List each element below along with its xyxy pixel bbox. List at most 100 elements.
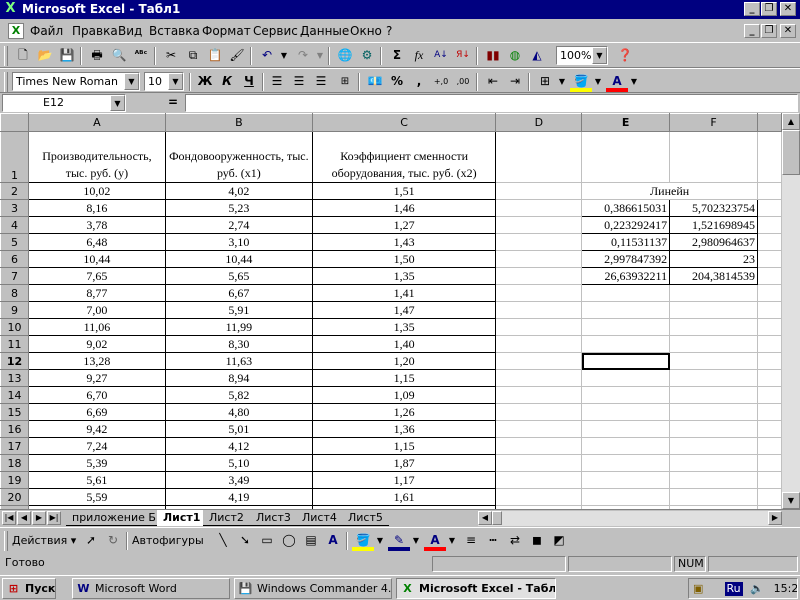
cell-d[interactable] [495, 182, 583, 200]
cell-b[interactable]: 8,94 [164, 369, 313, 387]
new-icon[interactable]: 🗋 [12, 46, 34, 66]
zoom-select[interactable]: 100% ▼ [556, 46, 608, 65]
row-header[interactable]: 4 [0, 216, 29, 234]
cell-e[interactable]: 26,63932211 [581, 267, 671, 285]
row-header[interactable]: 20 [0, 488, 29, 506]
paste-icon[interactable]: 📋 [204, 46, 226, 66]
arrow-style-icon[interactable]: ⇄ [504, 531, 526, 551]
cell-b[interactable]: 3,10 [164, 233, 313, 251]
cell-f[interactable] [669, 369, 759, 387]
cell-d[interactable] [495, 454, 583, 472]
doc-minimize-button[interactable]: _ [744, 24, 760, 38]
cell-c[interactable]: 1,47 [311, 301, 497, 319]
sort-descending-icon[interactable]: Я↓ [452, 46, 474, 66]
cell-g[interactable] [757, 301, 782, 319]
cell-e[interactable] [581, 403, 671, 421]
line-color-dropdown-icon[interactable]: ▼ [410, 531, 422, 551]
cell-c[interactable]: 1,15 [311, 437, 497, 455]
bold-button[interactable]: Ж [194, 72, 216, 92]
cell-g[interactable] [757, 403, 782, 421]
cell-b[interactable]: 6,67 [164, 284, 313, 302]
map-icon[interactable]: ◍ [504, 46, 526, 66]
cell[interactable] [669, 131, 759, 183]
redo-icon[interactable]: ↷ [292, 46, 314, 66]
column-header[interactable] [757, 113, 782, 132]
cell-d[interactable] [495, 437, 583, 455]
cell-e[interactable] [581, 488, 671, 506]
cell-c[interactable]: 1,51 [311, 182, 497, 200]
undo-icon[interactable]: ↶ [256, 46, 278, 66]
align-right-icon[interactable]: ☰ [310, 72, 332, 92]
cell-e[interactable]: 2,997847392 [581, 250, 671, 268]
cell-f[interactable] [669, 335, 759, 353]
cell-b[interactable]: 5,23 [164, 199, 313, 217]
column-header[interactable]: D [495, 113, 583, 132]
arrow-icon[interactable]: ➘ [234, 531, 256, 551]
cell-f[interactable]: 5,702323754 [669, 199, 759, 217]
cell-d[interactable] [495, 216, 583, 234]
cell-b[interactable]: 5,82 [164, 386, 313, 404]
worksheet-grid[interactable]: A B C D E F 1 Производительность, тыс. р… [0, 113, 782, 509]
cell-b[interactable]: 2,74 [164, 216, 313, 234]
cell-g[interactable] [757, 386, 782, 404]
cell-f[interactable] [669, 301, 759, 319]
menu-tools[interactable]: Сервис [253, 24, 298, 38]
task-word[interactable]: W Microsoft Word [72, 578, 230, 599]
column-header[interactable]: F [669, 113, 759, 132]
cell-e[interactable] [581, 437, 671, 455]
cell-a[interactable]: 5,39 [27, 454, 166, 472]
restore-button[interactable]: ❐ [761, 2, 777, 16]
cell-e[interactable] [581, 454, 671, 472]
cell-b[interactable]: 5,91 [164, 301, 313, 319]
cell-d[interactable] [495, 403, 583, 421]
cell-c[interactable]: 1,41 [311, 284, 497, 302]
free-rotate-icon[interactable]: ↻ [102, 531, 124, 551]
row-header[interactable]: 17 [0, 437, 29, 455]
cell-c[interactable]: 1,15 [311, 369, 497, 387]
actions-menu[interactable]: Действия ▾ [12, 531, 78, 551]
line-color-icon[interactable]: ✎ [388, 531, 410, 551]
copy-icon[interactable]: ⧉ [182, 46, 204, 66]
cell-d[interactable] [495, 301, 583, 319]
cell-c[interactable]: 1,35 [311, 267, 497, 285]
header-cell-productivity[interactable]: Производительность, тыс. руб. (y) [27, 131, 166, 183]
menu-file[interactable]: Файл [30, 24, 63, 38]
chart-wizard-icon[interactable]: ▮▮ [482, 46, 504, 66]
doc-close-button[interactable]: ✕ [780, 24, 796, 38]
row-header[interactable]: 10 [0, 318, 29, 336]
header-cell-capital-ratio[interactable]: Фондовооруженность, тыс. руб. (x1) [164, 131, 313, 183]
cell-e[interactable]: 0,11531137 [581, 233, 671, 251]
cell-b[interactable]: 4,19 [164, 488, 313, 506]
chevron-down-icon[interactable]: ▼ [592, 47, 607, 64]
row-header[interactable]: 9 [0, 301, 29, 319]
hscroll-thumb[interactable] [492, 511, 502, 525]
column-header[interactable]: E [581, 113, 671, 132]
cell-g[interactable] [757, 233, 782, 251]
cell-g[interactable] [757, 284, 782, 302]
function-icon[interactable]: fx [408, 46, 430, 66]
cell-c[interactable]: 1,35 [311, 318, 497, 336]
close-button[interactable]: ✕ [780, 2, 796, 16]
doc-restore-button[interactable]: ❐ [761, 24, 777, 38]
cell-c[interactable]: 1,46 [311, 199, 497, 217]
cell-f[interactable] [669, 488, 759, 506]
cell-f[interactable]: 204,3814539 [669, 267, 759, 285]
cell-e[interactable]: 0,223292417 [581, 216, 671, 234]
align-center-icon[interactable]: ☰ [288, 72, 310, 92]
cell-e[interactable]: 0,386615031 [581, 199, 671, 217]
row-header[interactable]: 12 [0, 352, 29, 370]
task-excel[interactable]: X Microsoft Excel - Табл1 [396, 578, 556, 599]
shadow-icon[interactable]: ◼ [526, 531, 548, 551]
print-preview-icon[interactable]: 🔍 [108, 46, 130, 66]
row-header[interactable]: 18 [0, 454, 29, 472]
cut-icon[interactable]: ✂ [160, 46, 182, 66]
cell-e[interactable] [581, 318, 671, 336]
menu-view[interactable]: Вид [118, 24, 142, 38]
increase-decimal-icon[interactable]: +,0 [430, 72, 452, 92]
start-button[interactable]: ⊞ Пуск [2, 578, 56, 599]
font-color-dropdown-icon[interactable]: ▼ [628, 72, 640, 92]
sheet-tab[interactable]: Лист3 [250, 510, 297, 526]
decrease-indent-icon[interactable]: ⇤ [482, 72, 504, 92]
font-color-icon[interactable]: A [606, 72, 628, 92]
sheet-tab[interactable]: Лист5 [342, 510, 389, 526]
